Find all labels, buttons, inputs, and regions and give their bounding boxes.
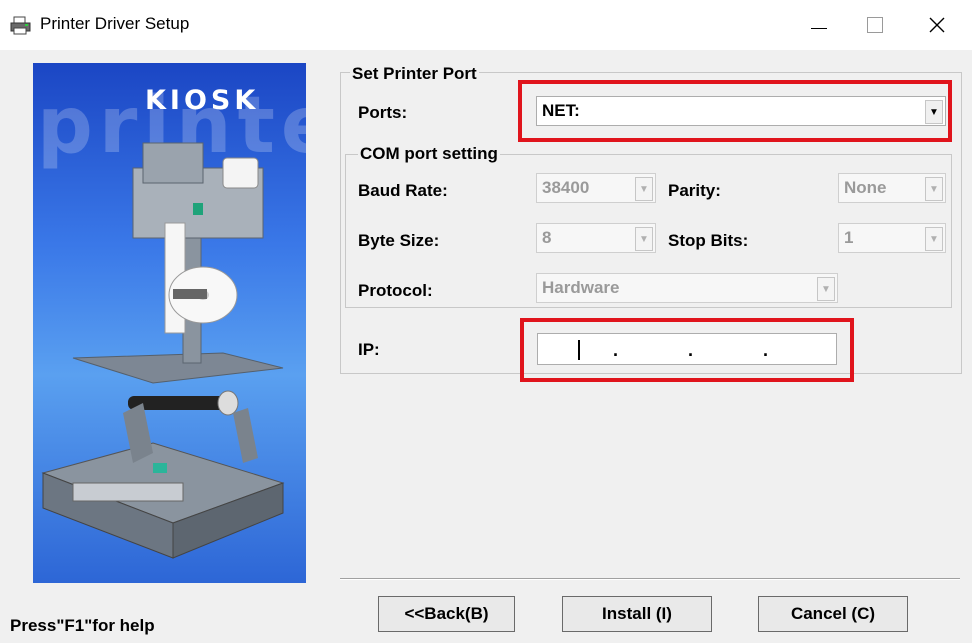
byte-size-label: Byte Size: (358, 231, 440, 250)
window-title: Printer Driver Setup (40, 14, 190, 33)
chevron-down-icon: ▼ (817, 277, 835, 301)
maximize-button[interactable] (852, 0, 898, 50)
com-port-setting-legend: COM port setting (358, 144, 500, 164)
chevron-down-icon: ▼ (635, 177, 653, 201)
close-icon (929, 17, 945, 33)
set-printer-port-legend: Set Printer Port (350, 64, 479, 84)
byte-size-value: 8 (542, 228, 552, 247)
baud-rate-label: Baud Rate: (358, 181, 448, 200)
minimize-button[interactable] (796, 0, 842, 50)
ip-highlight-box (520, 318, 854, 382)
ports-highlight-box (518, 80, 952, 142)
ports-label: Ports: (358, 103, 408, 122)
baud-rate-value: 38400 (542, 178, 590, 197)
parity-label: Parity: (668, 181, 721, 200)
baud-rate-dropdown[interactable]: 38400 ▼ (536, 173, 656, 203)
back-button[interactable]: <<Back(B) (378, 596, 515, 632)
printer-illustration (41, 142, 285, 559)
protocol-value: Hardware (542, 278, 620, 297)
kiosk-printer-banner: printer KIOSK (33, 63, 306, 583)
protocol-label: Protocol: (358, 281, 433, 300)
cancel-button[interactable]: Cancel (C) (758, 596, 908, 632)
byte-size-dropdown[interactable]: 8 ▼ (536, 223, 656, 253)
title-bar: Printer Driver Setup (0, 0, 972, 50)
stop-bits-label: Stop Bits: (668, 231, 749, 250)
install-button[interactable]: Install (I) (562, 596, 712, 632)
chevron-down-icon: ▼ (635, 227, 653, 251)
parity-value: None (844, 178, 887, 197)
close-button[interactable] (914, 0, 960, 50)
chevron-down-icon: ▼ (925, 227, 943, 251)
stop-bits-value: 1 (844, 228, 854, 247)
divider (340, 578, 960, 580)
stop-bits-dropdown[interactable]: 1 ▼ (838, 223, 946, 253)
chevron-down-icon: ▼ (925, 177, 943, 201)
protocol-dropdown[interactable]: Hardware ▼ (536, 273, 838, 303)
printer-icon (10, 16, 31, 35)
maximize-icon (867, 17, 883, 33)
parity-dropdown[interactable]: None ▼ (838, 173, 946, 203)
minimize-icon (811, 27, 827, 29)
help-hint: Press"F1"for help (10, 616, 155, 635)
ip-label: IP: (358, 340, 380, 359)
